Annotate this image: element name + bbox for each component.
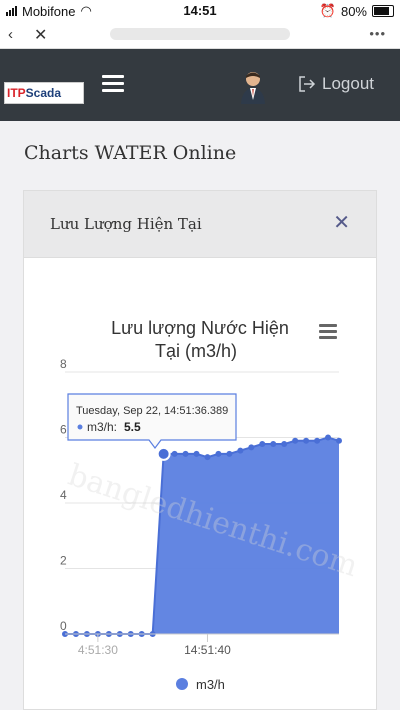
tooltip-date: Tuesday, Sep 22, 14:51:36.389 — [76, 405, 228, 417]
x-tick-label-1: 14:51:40 — [184, 643, 231, 657]
data-point-22 — [303, 437, 310, 444]
chart-menu-icon[interactable] — [319, 324, 337, 339]
tooltip-marker — [77, 424, 83, 430]
y-axis: 02468 — [60, 357, 67, 633]
y-tick-label-3: 6 — [60, 423, 67, 437]
data-point-25 — [336, 437, 342, 444]
tooltip-value: 5.5 — [124, 420, 141, 434]
data-point-24 — [325, 434, 332, 441]
data-point-23 — [314, 437, 321, 444]
x-axis: 4:51:30 14:51:40 — [65, 633, 339, 657]
y-tick-label-0: 0 — [60, 619, 67, 633]
data-point-16 — [237, 447, 244, 454]
chart-legend[interactable]: m3/h — [176, 677, 225, 692]
highlighted-point — [156, 446, 171, 461]
data-point-14 — [215, 450, 222, 457]
data-point-20 — [281, 441, 288, 448]
legend-marker — [176, 678, 188, 690]
chart-tooltip: Tuesday, Sep 22, 14:51:36.389 m3/h: 5.5 — [67, 393, 237, 449]
tooltip-series: m3/h: — [87, 420, 117, 434]
legend-label: m3/h — [196, 677, 225, 692]
data-point-21 — [292, 437, 299, 444]
data-point-13 — [204, 454, 211, 461]
data-point-11 — [182, 450, 189, 457]
data-point-18 — [259, 441, 266, 448]
y-tick-label-1: 2 — [60, 554, 67, 568]
data-point-17 — [248, 444, 255, 451]
data-point-15 — [226, 450, 233, 457]
chart-title-line1: Lưu lượng Nước Hiện — [111, 318, 289, 338]
data-point-10 — [171, 450, 178, 457]
x-tick-label-0: 4:51:30 — [78, 643, 118, 657]
data-point-19 — [270, 441, 277, 448]
chart-title-line2: Tại (m3/h) — [155, 341, 237, 361]
flow-chart: Lưu lượng Nước Hiện Tại (m3/h) 02468 4:5… — [60, 318, 362, 692]
data-point-12 — [193, 450, 200, 457]
y-tick-label-4: 8 — [60, 357, 67, 371]
